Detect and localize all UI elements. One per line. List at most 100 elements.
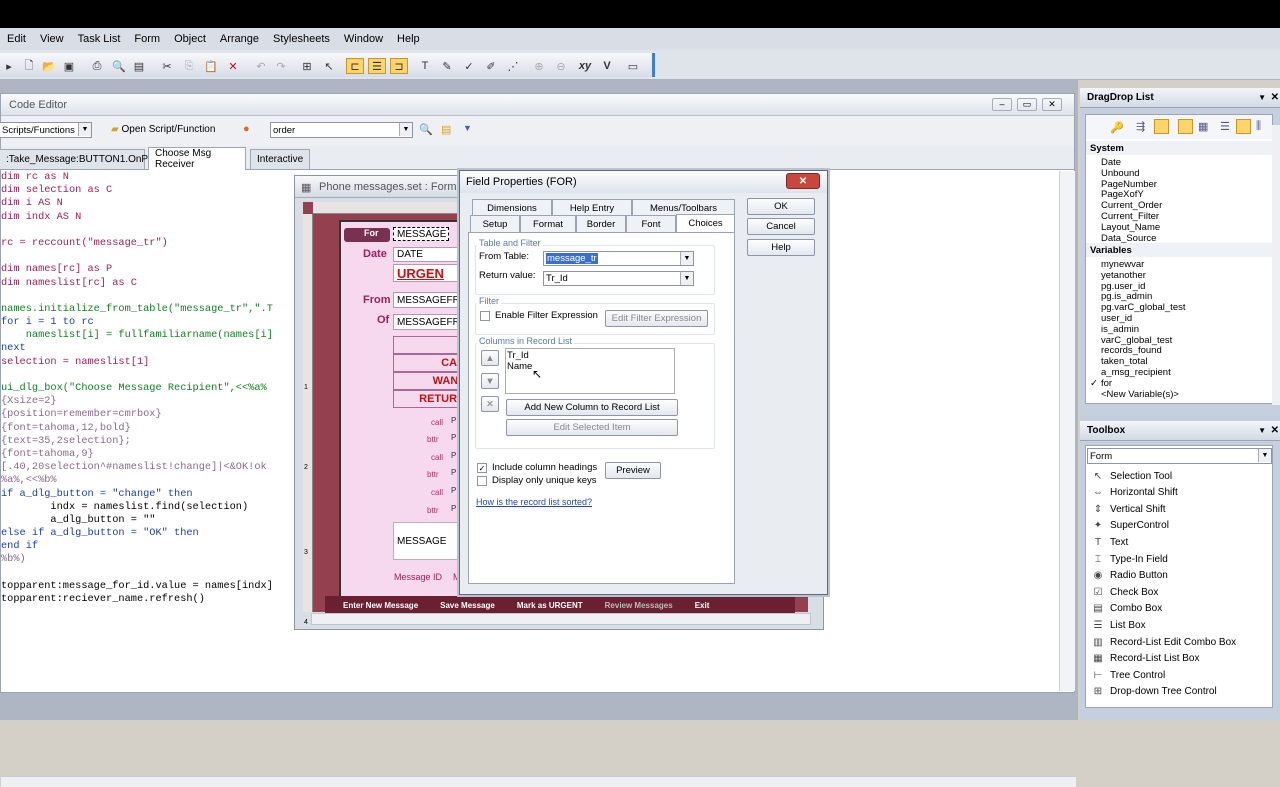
menu-task-list[interactable]: Task List bbox=[71, 33, 128, 45]
record-list-sorted-link[interactable]: How is the record list sorted? bbox=[476, 497, 592, 507]
from-table-combo[interactable]: message_tr ▼ bbox=[543, 251, 694, 266]
system-item[interactable]: Current_Order bbox=[1101, 200, 1162, 211]
grid-view-icon[interactable]: ▦ bbox=[1198, 120, 1208, 133]
variable-item[interactable]: pg.user_id bbox=[1101, 281, 1145, 292]
tab-interactive[interactable]: Interactive bbox=[250, 149, 310, 169]
tab-choices[interactable]: Choices bbox=[676, 214, 735, 232]
delete-column-icon[interactable]: ✕ bbox=[481, 396, 499, 412]
system-item[interactable]: Current_Filter bbox=[1101, 211, 1159, 222]
form-want-button[interactable]: WANT bbox=[393, 372, 469, 390]
for-field[interactable]: MESSAGE bbox=[393, 227, 449, 241]
variable-item[interactable]: taken_total bbox=[1101, 356, 1147, 367]
code-vertical-scrollbar[interactable] bbox=[1059, 171, 1075, 691]
tab-choose-msg-receiver[interactable]: Choose Msg Receiver bbox=[148, 147, 246, 170]
system-item[interactable]: Data_Source bbox=[1101, 233, 1156, 244]
dropdown-arrow-icon[interactable]: ▼ bbox=[463, 123, 472, 133]
edit-selected-button[interactable]: Edit Selected Item bbox=[506, 419, 678, 436]
toolbar-arrow-icon[interactable]: ▸ bbox=[0, 58, 18, 74]
cut-icon[interactable]: ✂ bbox=[158, 58, 176, 74]
sort-icon[interactable] bbox=[1236, 119, 1251, 134]
mark-urgent-button[interactable]: Mark as URGENT bbox=[517, 601, 583, 610]
date-field[interactable]: DATE bbox=[393, 247, 469, 262]
system-item[interactable]: Unbound bbox=[1101, 168, 1140, 179]
enable-filter-checkbox[interactable] bbox=[480, 311, 490, 321]
menu-arrange[interactable]: Arrange bbox=[213, 33, 266, 45]
tab-help-entry[interactable]: Help Entry bbox=[552, 199, 632, 216]
menu-edit[interactable]: Edit bbox=[0, 33, 33, 45]
edit-pen-icon[interactable]: ✎ bbox=[438, 58, 456, 74]
toolbox-item[interactable]: ⊞ Drop-down Tree Control bbox=[1090, 684, 1217, 700]
variable-item[interactable]: is_admin bbox=[1101, 324, 1139, 335]
paste-icon[interactable]: 📋 bbox=[202, 58, 220, 74]
window-icon[interactable]: ▭ bbox=[624, 58, 642, 74]
toolbox-item[interactable]: ↖ Selection Tool bbox=[1090, 468, 1172, 484]
move-down-icon[interactable]: ▼ bbox=[481, 373, 499, 389]
edit-filter-button[interactable]: Edit Filter Expression bbox=[605, 310, 708, 327]
open-script-button[interactable]: ▰ Open Script/Function bbox=[111, 124, 215, 135]
open-folder-icon[interactable]: 📂 bbox=[40, 58, 58, 74]
menu-view[interactable]: View bbox=[33, 33, 71, 45]
variable-item[interactable]: for bbox=[1101, 378, 1112, 389]
bookmark-icon[interactable]: ▤ bbox=[441, 123, 451, 136]
text-style-icon[interactable]: T bbox=[416, 58, 434, 74]
menu-help[interactable]: Help bbox=[390, 33, 427, 45]
toolbox-item[interactable]: ▤ Combo Box bbox=[1090, 601, 1162, 617]
v-script-icon[interactable]: V bbox=[598, 58, 616, 74]
code-horizontal-scrollbar[interactable] bbox=[1, 776, 1076, 787]
print-preview-icon[interactable]: 🔍 bbox=[110, 58, 128, 74]
from-field[interactable]: MESSAGEFRO bbox=[393, 292, 469, 308]
toolbox-item[interactable]: ⇕ Vertical Shift bbox=[1090, 501, 1166, 517]
system-group-header[interactable]: System bbox=[1086, 141, 1272, 155]
indent-icon[interactable]: ⇶ bbox=[1136, 120, 1145, 133]
chevron-down-icon[interactable]: ▼ bbox=[1258, 93, 1266, 102]
zoom-out-icon[interactable]: ⊖ bbox=[552, 58, 570, 74]
toolbox-item[interactable]: ✦ SuperControl bbox=[1090, 518, 1169, 534]
ok-button[interactable]: OK bbox=[747, 198, 815, 215]
align-right-icon[interactable]: ⊐ bbox=[390, 58, 408, 74]
form-return-button[interactable]: RETURN bbox=[393, 390, 469, 408]
list-view-icon[interactable] bbox=[1154, 119, 1169, 134]
urgent-field[interactable]: URGEN bbox=[393, 264, 469, 282]
variable-item[interactable]: yetanother bbox=[1101, 270, 1146, 281]
variable-item[interactable]: <New Variable(s)> bbox=[1101, 389, 1179, 400]
toolbox-item[interactable]: ⊢ Tree Control bbox=[1090, 667, 1166, 683]
form-blank-button[interactable] bbox=[393, 336, 469, 354]
close-icon[interactable]: ✕ bbox=[1042, 98, 1062, 111]
toolbox-item[interactable]: T Text bbox=[1090, 534, 1128, 550]
system-item[interactable]: PageXofY bbox=[1101, 189, 1144, 200]
of-field[interactable]: MESSAGEFRO bbox=[393, 314, 469, 330]
column-item[interactable]: Name bbox=[507, 361, 532, 372]
toolbox-item[interactable]: ☑ Check Box bbox=[1090, 584, 1159, 600]
variable-item[interactable]: user_id bbox=[1101, 313, 1132, 324]
dialog-close-icon[interactable]: ✕ bbox=[786, 173, 820, 189]
return-value-combo[interactable]: Tr_Id ▼ bbox=[543, 271, 694, 286]
check-pen-icon[interactable]: ✓ bbox=[460, 58, 478, 74]
tab-onpush[interactable]: :Take_Message:BUTTON1.OnPush bbox=[0, 149, 164, 169]
cancel-button[interactable]: Cancel bbox=[747, 218, 815, 235]
delete-icon[interactable]: ✕ bbox=[224, 58, 242, 74]
form-horizontal-scrollbar[interactable] bbox=[311, 613, 811, 625]
variable-item[interactable]: a_msg_recipient bbox=[1101, 367, 1171, 378]
variable-item[interactable]: records_found bbox=[1101, 345, 1162, 356]
toolbox-item[interactable]: ▥ Record-List Edit Combo Box bbox=[1090, 634, 1236, 650]
connect-icon[interactable]: ⋰ bbox=[504, 58, 522, 74]
variable-item[interactable]: pg.is_admin bbox=[1101, 291, 1152, 302]
menu-object[interactable]: Object bbox=[167, 33, 213, 45]
menu-stylesheets[interactable]: Stylesheets bbox=[266, 33, 337, 45]
save-icon[interactable]: ▣ bbox=[60, 58, 78, 74]
variables-group-header[interactable]: Variables bbox=[1086, 243, 1272, 257]
preview-button[interactable]: Preview bbox=[605, 462, 661, 479]
columns-icon[interactable]: ⫼ bbox=[1256, 120, 1261, 133]
toolbox-item[interactable]: ◉ Radio Button bbox=[1090, 568, 1168, 584]
toolbox-item[interactable]: ⇔ Horizontal Shift bbox=[1090, 485, 1178, 501]
toolbox-item[interactable]: ▦ Record-List List Box bbox=[1090, 651, 1199, 667]
undo-icon[interactable]: ↶ bbox=[252, 58, 270, 74]
minimize-icon[interactable]: – bbox=[992, 98, 1012, 111]
close-icon[interactable]: ✕ bbox=[1271, 425, 1279, 436]
toolbox-item[interactable]: ☰ List Box bbox=[1090, 617, 1146, 633]
columns-list[interactable]: Tr_Id Name ↖ bbox=[505, 348, 675, 394]
save-message-button[interactable]: Save Message bbox=[440, 601, 495, 610]
code-area[interactable]: dim rc as Ndim selection as Cdim i AS Nd… bbox=[1, 171, 301, 691]
move-up-icon[interactable]: ▲ bbox=[481, 350, 499, 366]
basket-icon[interactable]: ● bbox=[243, 123, 250, 135]
